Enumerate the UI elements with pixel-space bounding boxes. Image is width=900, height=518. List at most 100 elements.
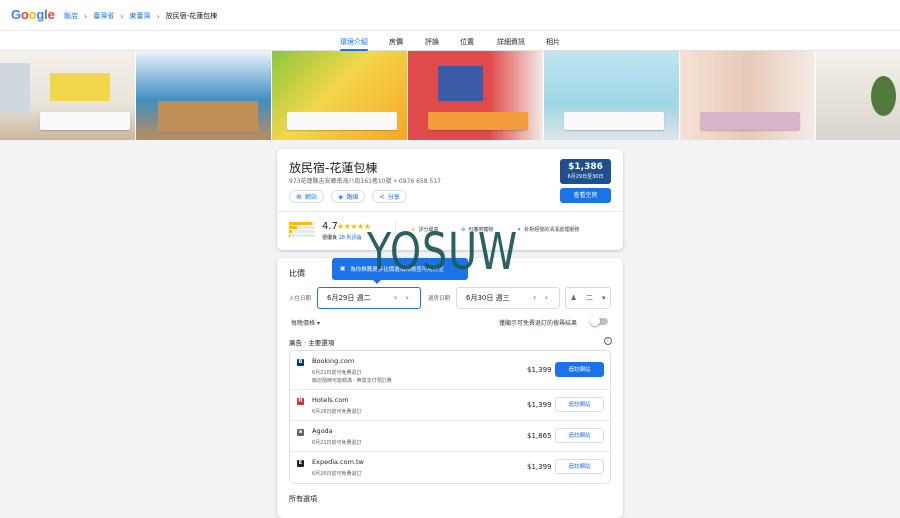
checkout-date-field[interactable]: 6月30日 週三 ‹ › [456, 287, 560, 309]
plant [871, 76, 896, 116]
breadcrumb-current: 放民宿-花蓮包棟 [165, 12, 218, 20]
bed [564, 112, 664, 130]
share-icon: < [379, 192, 385, 201]
offer-name: Expedia.com.tw [312, 458, 364, 466]
hotel-address: 973花蓮縣吉安鄉南海八街161巷10號 • 0976 658 517 [289, 178, 441, 185]
compare-title: 比價 [289, 269, 305, 278]
rating-score: 4.7 [322, 221, 338, 232]
checkin-label: 入住日期 [289, 296, 312, 302]
offer-price: $1,399 [527, 463, 552, 471]
guests-value: 二 [585, 294, 593, 302]
offer-row-agoda[interactable]: a Agoda 6月21日前可免費退訂 $1,865 造訪網站 [290, 421, 610, 452]
rating-bar [289, 234, 315, 237]
rating-label: 很優良 28 則評論 [322, 234, 362, 241]
hotels-logo-icon: H [297, 398, 304, 405]
offer-cancel-note: 6月21日前可免費退訂 [312, 440, 362, 446]
directions-icon: ◈ [338, 192, 344, 201]
offer-cancel-note: 6月26日前可免費退訂 [312, 471, 362, 477]
room-photo[interactable] [816, 51, 900, 140]
website-label: 網站 [304, 194, 317, 201]
rating-distribution [289, 222, 315, 238]
directions-label: 路線 [346, 194, 359, 201]
nightly-label: 每晚價格 [291, 320, 316, 327]
wall-art [50, 73, 110, 101]
breadcrumb-region[interactable]: 東臺灣 [129, 11, 150, 21]
logo-letter: o [20, 7, 29, 22]
offer-note: 6月26日前可免費退訂 [312, 470, 362, 478]
offer-name: Agoda [312, 427, 333, 435]
wall-art [438, 66, 483, 101]
top-bar: Google 飯店 › 臺灣省 › 東臺灣 › 放民宿-花蓮包棟 [0, 0, 900, 31]
room-photo[interactable] [680, 51, 815, 140]
guests-selector[interactable]: ♟ 二 ▾ [565, 287, 611, 309]
room-photo[interactable] [544, 51, 679, 140]
price-badge[interactable]: $1,386 6月29日至30日 [560, 159, 611, 184]
checkout-label: 退房日期 [428, 296, 451, 302]
expedia-logo-icon: E [297, 460, 304, 467]
checkin-date-field[interactable]: 6月29日 週二 ‹ › [317, 287, 421, 309]
visit-site-button[interactable]: 造訪網站 [555, 428, 604, 443]
room-photo[interactable] [136, 51, 271, 140]
bed [287, 112, 397, 130]
rating-bar-fill [289, 234, 291, 237]
chevron-right-icon: › [84, 11, 88, 21]
toggle-knob[interactable] [590, 316, 600, 326]
breadcrumb-province[interactable]: 臺灣省 [93, 11, 114, 21]
bed [40, 112, 130, 130]
tab-prices[interactable]: 房價 [389, 37, 403, 47]
room-photo[interactable] [272, 51, 407, 140]
visit-site-button[interactable]: 造訪網站 [555, 459, 604, 474]
room-photo[interactable] [0, 51, 135, 140]
price-compare-card: 比價 ▣ 為你推薦更多比價選項和檢查可用房型 入住日期 6月29日 週二 ‹ ›… [277, 258, 623, 518]
star-rating-icon: ★★★★★ [337, 222, 371, 231]
room-photo[interactable] [408, 51, 543, 140]
hotel-name: 放民宿-花蓮包棟 [289, 161, 378, 175]
offer-note: 6月26日前可免費退訂 [312, 408, 362, 416]
breadcrumb: 飯店 › 臺灣省 › 東臺灣 › 放民宿-花蓮包棟 [64, 11, 217, 21]
review-count-link[interactable]: 28 則評論 [339, 235, 362, 241]
website-button[interactable]: ⊕ 網站 [289, 190, 324, 203]
tab-reviews[interactable]: 評論 [425, 37, 439, 47]
offer-row-booking[interactable]: B Booking.com 6月21日前可免費退訂 飯店隨時可能額滿 · 無需支… [290, 351, 610, 390]
logo-letter: G [11, 7, 21, 22]
directions-button[interactable]: ◈ 路線 [331, 190, 366, 203]
amenity-label: 針對經營的清潔處理服務 [524, 227, 580, 233]
rating-bar [289, 226, 315, 229]
window [0, 63, 30, 113]
rating-bar-fill [289, 226, 297, 229]
check-availability-button[interactable]: 查看空房 [560, 188, 611, 203]
chevron-down-icon: ▾ [316, 320, 320, 327]
offer-extra-note: 飯店隨時可能額滿 · 無需支付預訂費 [312, 378, 392, 384]
watermark: YOSUW [367, 223, 519, 282]
tab-details[interactable]: 詳細資訊 [497, 37, 525, 47]
tab-location[interactable]: 位置 [460, 37, 474, 47]
share-button[interactable]: < 分享 [372, 190, 407, 203]
offer-price: $1,865 [527, 432, 552, 440]
info-icon[interactable]: i [604, 337, 612, 345]
chevron-right-icon: › [156, 11, 160, 21]
globe-icon: ⊕ [296, 192, 302, 201]
bed [700, 112, 800, 130]
chevron-down-icon: ▾ [601, 294, 606, 302]
rating-text: 很優良 [322, 235, 338, 241]
date-nav-arrows-icon[interactable]: ‹ › [394, 293, 412, 302]
offer-note: 6月21日前可免費退訂 飯店隨時可能額滿 · 無需支付預訂費 [312, 369, 392, 385]
photo-strip [0, 51, 900, 140]
google-logo[interactable]: Google [11, 7, 55, 22]
tab-overview[interactable]: 環境介紹 [340, 37, 368, 47]
visit-site-button[interactable]: 造訪網站 [555, 362, 604, 377]
tab-bar: 環境介紹 房價 評論 位置 詳細資訊 相片 [0, 31, 900, 51]
tab-photos[interactable]: 相片 [546, 37, 560, 47]
price-dates: 6月29日至30日 [567, 174, 604, 180]
nightly-price-dropdown[interactable]: 每晚價格 ▾ [291, 318, 320, 327]
date-nav-arrows-icon[interactable]: ‹ › [533, 293, 551, 302]
breadcrumb-hotels[interactable]: 飯店 [64, 11, 78, 21]
all-options-heading: 所有選項 [289, 495, 317, 503]
ad-label: 廣告 · 主要選項 [289, 339, 335, 347]
visit-site-button[interactable]: 造訪網站 [555, 397, 604, 412]
table [158, 101, 258, 131]
offer-row-hotels[interactable]: H Hotels.com 6月26日前可免費退訂 $1,399 造訪網站 [290, 390, 610, 421]
offer-name: Hotels.com [312, 396, 349, 404]
rating-bar [289, 230, 315, 233]
offer-row-expedia[interactable]: E Expedia.com.tw 6月26日前可免費退訂 $1,399 造訪網站 [290, 452, 610, 483]
